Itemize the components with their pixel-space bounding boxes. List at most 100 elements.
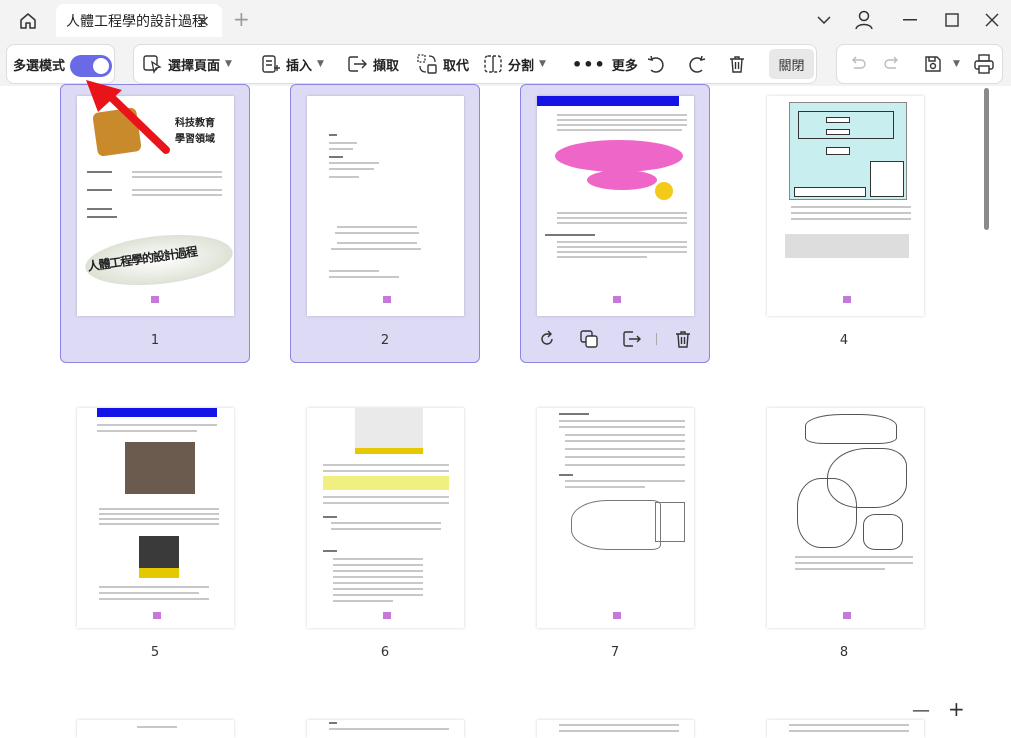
- printer-icon: [974, 54, 994, 74]
- rotate-left-button[interactable]: [645, 45, 672, 83]
- document-tab[interactable]: 人體工程學的設計過程 ✕: [56, 4, 222, 37]
- page-thumbnail-9[interactable]: [77, 720, 234, 738]
- page-thumbnail-2[interactable]: [307, 96, 464, 316]
- page-logo-icon: [843, 296, 851, 303]
- highlighted-text: [323, 476, 449, 490]
- page-logo-icon: [383, 612, 391, 619]
- split-icon: [484, 55, 502, 73]
- new-tab-icon[interactable]: +: [233, 7, 250, 31]
- page-thumbnail-8[interactable]: [767, 408, 924, 628]
- page-thumbnail-10[interactable]: [307, 720, 464, 738]
- chevron-down-icon: ▼: [539, 59, 546, 69]
- title-bar: 人體工程學的設計過程 ✕ +: [0, 0, 1011, 40]
- sketch-drawing: [805, 414, 897, 444]
- redo-icon: [884, 56, 898, 69]
- multi-select-label: 多選模式: [13, 58, 66, 74]
- page-number: 1: [150, 333, 160, 348]
- split-label: 分割: [508, 58, 535, 74]
- edit-actions-group: ▼: [836, 44, 1003, 84]
- page1-title-b: 學習領域: [175, 134, 215, 145]
- smiley-icon: [655, 182, 673, 200]
- chevron-down-icon: ▼: [317, 59, 324, 69]
- rotate-right-button[interactable]: [686, 45, 713, 83]
- page-thumbnail-11[interactable]: [537, 720, 694, 738]
- replace-button[interactable]: 取代: [416, 45, 469, 83]
- note-box: [785, 234, 909, 258]
- tab-title: 人體工程學的設計過程: [66, 13, 206, 30]
- more-button[interactable]: ••• 更多: [572, 45, 638, 83]
- page-thumbnail-6[interactable]: [307, 408, 464, 628]
- print-button[interactable]: [973, 45, 1000, 83]
- photo-image: [355, 408, 423, 454]
- undo-button[interactable]: [849, 45, 872, 83]
- insert-button[interactable]: 插入 ▼: [261, 45, 324, 83]
- page-thumbnail-12[interactable]: [767, 720, 924, 738]
- page-logo-icon: [151, 296, 159, 303]
- chevron-down-icon: ▼: [953, 59, 960, 69]
- insert-label: 插入: [286, 58, 313, 74]
- flowchart-diagram: [789, 102, 907, 200]
- extract-label: 擷取: [373, 58, 400, 74]
- page-number: 4: [839, 333, 849, 348]
- maximize-icon[interactable]: [940, 9, 964, 31]
- rotate-left-icon: [647, 55, 664, 73]
- page-thumbnail-7[interactable]: [537, 408, 694, 628]
- delete-button[interactable]: [727, 45, 752, 83]
- zoom-out-icon[interactable]: —: [912, 700, 930, 721]
- divider: [656, 333, 657, 345]
- replace-icon: [417, 54, 437, 74]
- home-icon[interactable]: [14, 9, 42, 33]
- save-button[interactable]: ▼: [923, 45, 960, 83]
- rotate-right-icon: [689, 55, 706, 73]
- rotate-page-icon[interactable]: [538, 330, 556, 352]
- account-icon[interactable]: [852, 9, 876, 31]
- minimize-icon[interactable]: [898, 9, 922, 31]
- pink-cloud-shape: [555, 140, 683, 172]
- zoom-in-icon[interactable]: +: [948, 697, 965, 721]
- extract-button[interactable]: 擷取: [346, 45, 399, 83]
- vertical-scrollbar[interactable]: [984, 88, 989, 230]
- redo-button[interactable]: [883, 45, 906, 83]
- trash-icon: [730, 56, 744, 73]
- photo-image: [125, 442, 195, 494]
- technical-drawing: [571, 500, 661, 550]
- chevron-down-icon[interactable]: [815, 9, 833, 31]
- duplicate-page-icon[interactable]: [580, 330, 598, 352]
- replace-label: 取代: [443, 58, 470, 74]
- undo-icon: [852, 56, 866, 69]
- page-thumbnail-5[interactable]: [77, 408, 234, 628]
- delete-page-icon[interactable]: [674, 330, 692, 352]
- pink-cloud-shape: [587, 170, 657, 190]
- page-number: 7: [610, 645, 620, 660]
- page-number: 6: [380, 645, 390, 660]
- sketch-drawing: [797, 478, 857, 548]
- sketch-drawing: [863, 514, 903, 550]
- photo-image: [139, 536, 179, 578]
- page-logo-icon: [383, 296, 391, 303]
- close-tab-icon[interactable]: ✕: [197, 12, 210, 31]
- select-pages-label: 選擇頁面: [168, 58, 221, 74]
- split-button[interactable]: 分割 ▼: [483, 45, 546, 83]
- chevron-down-icon: ▼: [225, 59, 232, 69]
- page-actions-group: 選擇頁面 ▼ 插入 ▼ 擷取 取代 分割 ▼ ••• 更多 關閉: [133, 44, 817, 84]
- more-dots-icon: •••: [572, 54, 606, 74]
- more-label: 更多: [611, 58, 638, 74]
- page-logo-icon: [153, 612, 161, 619]
- close-window-icon[interactable]: [980, 9, 1004, 31]
- extract-icon: [348, 56, 367, 72]
- extract-page-icon[interactable]: [622, 330, 642, 352]
- page-logo-icon: [613, 612, 621, 619]
- multi-select-toggle[interactable]: [70, 55, 112, 77]
- page-thumbnail-4[interactable]: [767, 96, 924, 316]
- page3-header-bar: [537, 96, 679, 106]
- page-thumbnail-3[interactable]: [537, 96, 694, 316]
- page1-title-a: 科技教育: [175, 118, 215, 129]
- page-number: 8: [839, 645, 849, 660]
- technical-drawing: [655, 502, 685, 542]
- close-button[interactable]: 關閉: [769, 49, 814, 79]
- insert-icon: [262, 55, 280, 73]
- page-logo-icon: [843, 612, 851, 619]
- pointer-arrow-icon: [86, 80, 170, 154]
- select-cursor-icon: [143, 55, 162, 74]
- page-number: 2: [380, 333, 390, 348]
